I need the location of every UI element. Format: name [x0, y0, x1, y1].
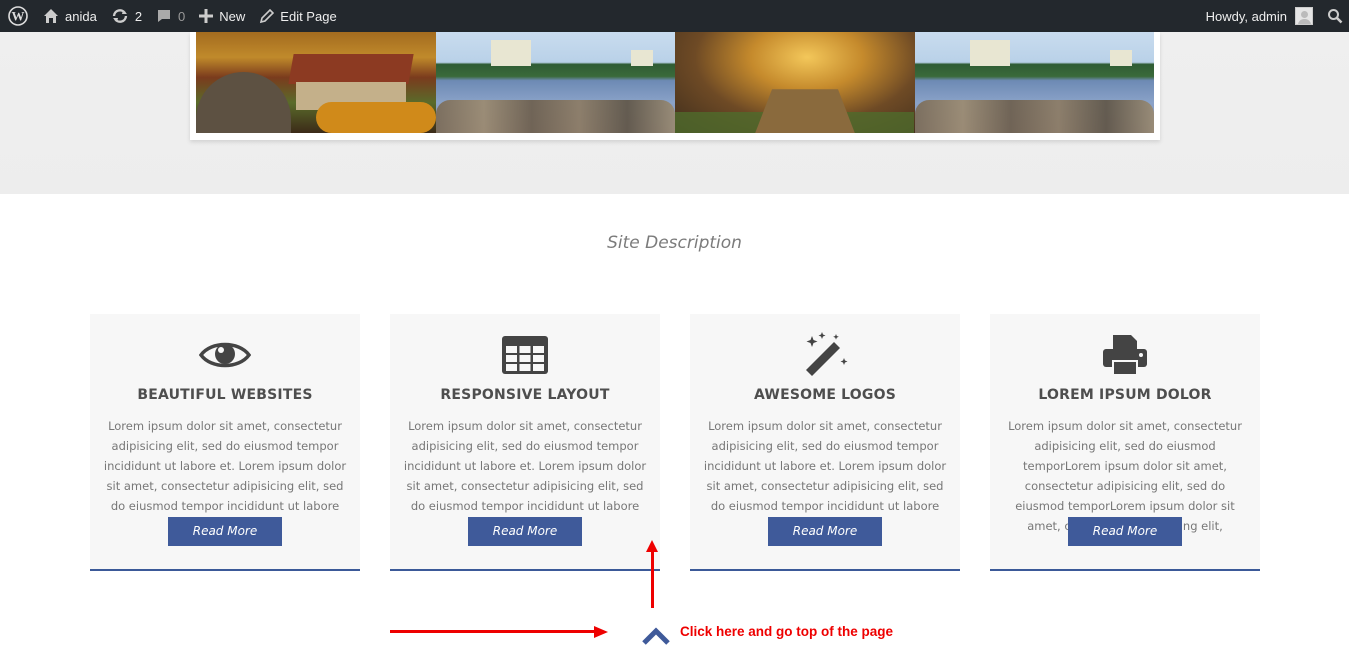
feature-card: AWESOME LOGOS Lorem ipsum dolor sit amet… — [690, 314, 960, 571]
search-icon — [1328, 9, 1343, 24]
wordpress-menu[interactable]: W — [0, 0, 36, 32]
feature-text: Lorem ipsum dolor sit amet, consectetur … — [403, 419, 647, 513]
header-section — [0, 32, 1349, 194]
printer-icon — [1103, 335, 1147, 376]
read-more-button[interactable]: Read More — [1068, 517, 1182, 546]
edit-page-link[interactable]: Edit Page — [252, 0, 343, 32]
annotation-arrow-right-head — [594, 626, 608, 638]
updates-icon — [112, 9, 128, 23]
avatar — [1295, 7, 1313, 25]
plus-icon — [199, 9, 214, 23]
annotation-arrow-horizontal — [390, 630, 595, 633]
feature-text: Lorem ipsum dolor sit amet, consectetur … — [703, 419, 947, 513]
svg-text:W: W — [12, 9, 25, 24]
annotation-arrow-vertical — [651, 548, 654, 608]
home-icon — [44, 9, 58, 23]
edit-page-label: Edit Page — [280, 8, 337, 24]
read-more-button[interactable]: Read More — [168, 517, 282, 546]
chevron-up-icon — [642, 627, 670, 645]
search-button[interactable] — [1320, 0, 1349, 32]
feature-title: BEAUTIFUL WEBSITES — [137, 387, 313, 403]
image-slider — [190, 32, 1160, 140]
comments-count: 0 — [178, 8, 186, 24]
feature-text: Lorem ipsum dolor sit amet, consectetur … — [103, 419, 347, 513]
slide-image-lake-2[interactable] — [914, 32, 1154, 133]
read-more-button[interactable]: Read More — [768, 517, 882, 546]
feature-card: BEAUTIFUL WEBSITES Lorem ipsum dolor sit… — [90, 314, 360, 571]
admin-bar: W anida 2 0 New Edit Page Howdy, admin — [0, 0, 1349, 32]
magic-wand-icon — [806, 332, 848, 376]
feature-title: RESPONSIVE LAYOUT — [440, 387, 610, 403]
comments-menu[interactable]: 0 — [149, 0, 192, 32]
updates-menu[interactable]: 2 — [104, 0, 149, 32]
new-label: New — [219, 8, 246, 24]
feature-title: LOREM IPSUM DOLOR — [1038, 387, 1212, 403]
site-name-menu[interactable]: anida — [36, 0, 104, 32]
updates-count: 2 — [134, 8, 143, 24]
my-account-menu[interactable]: Howdy, admin — [1199, 0, 1320, 32]
eye-icon — [199, 342, 251, 368]
scroll-to-top-button[interactable] — [641, 624, 671, 646]
annotation-text: Click here and go top of the page — [680, 624, 894, 639]
table-icon — [502, 336, 548, 374]
read-more-button[interactable]: Read More — [468, 517, 582, 546]
wordpress-icon: W — [8, 6, 28, 26]
feature-card: LOREM IPSUM DOLOR Lorem ipsum dolor sit … — [990, 314, 1260, 571]
pencil-icon — [260, 8, 275, 23]
new-content-menu[interactable]: New — [192, 0, 252, 32]
slide-image-forest[interactable] — [675, 32, 915, 133]
site-name: anida — [65, 8, 97, 24]
site-description: Site Description — [607, 233, 742, 253]
feature-card: RESPONSIVE LAYOUT Lorem ipsum dolor sit … — [390, 314, 660, 571]
slide-image-cottage[interactable] — [196, 32, 436, 133]
greeting: Howdy, admin — [1205, 8, 1287, 24]
feature-title: AWESOME LOGOS — [754, 387, 896, 403]
comment-icon — [158, 10, 171, 22]
slide-image-lake[interactable] — [435, 32, 675, 133]
